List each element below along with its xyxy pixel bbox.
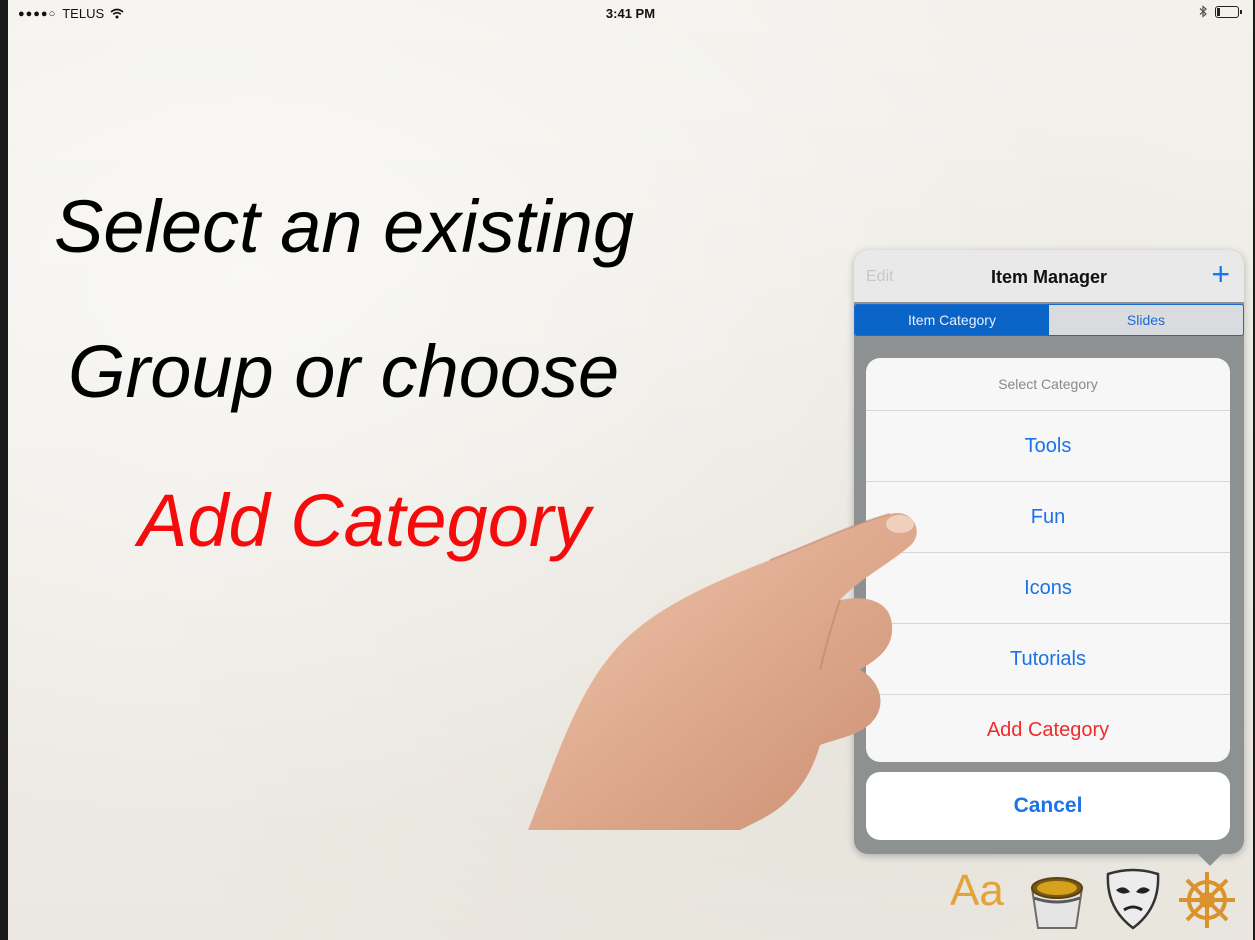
instruction-line-2: Group or choose	[68, 330, 620, 413]
plus-icon[interactable]: +	[1211, 258, 1230, 290]
font-icon[interactable]: Aa	[950, 866, 1004, 916]
paint-bucket-icon[interactable]	[1026, 864, 1088, 932]
bottom-toolbar: Aa	[950, 862, 1250, 932]
bluetooth-icon	[1199, 5, 1207, 18]
theater-mask-icon[interactable]	[1102, 864, 1164, 932]
battery-level	[1217, 7, 1220, 16]
segment-slides[interactable]: Slides	[1049, 305, 1243, 335]
instruction-line-1: Select an existing	[54, 185, 635, 268]
popover-title: Item Manager	[990, 267, 1108, 287]
category-option-tools[interactable]: Tools	[866, 411, 1230, 482]
segmented-control: Item Category Slides	[854, 304, 1244, 336]
status-bar: ●●●●○ TELUS 3:41 PM	[8, 0, 1253, 26]
segment-item-category[interactable]: Item Category	[855, 305, 1049, 335]
battery-icon	[1215, 5, 1242, 18]
action-sheet-title: Select Category	[866, 358, 1230, 411]
ship-wheel-icon[interactable]	[1176, 864, 1238, 932]
status-time: 3:41 PM	[605, 6, 656, 21]
device-frame-left	[0, 0, 8, 940]
popover-navbar: Edit Item Manager +	[854, 250, 1244, 302]
pointing-hand-illustration	[528, 512, 917, 830]
status-right	[1199, 5, 1242, 18]
